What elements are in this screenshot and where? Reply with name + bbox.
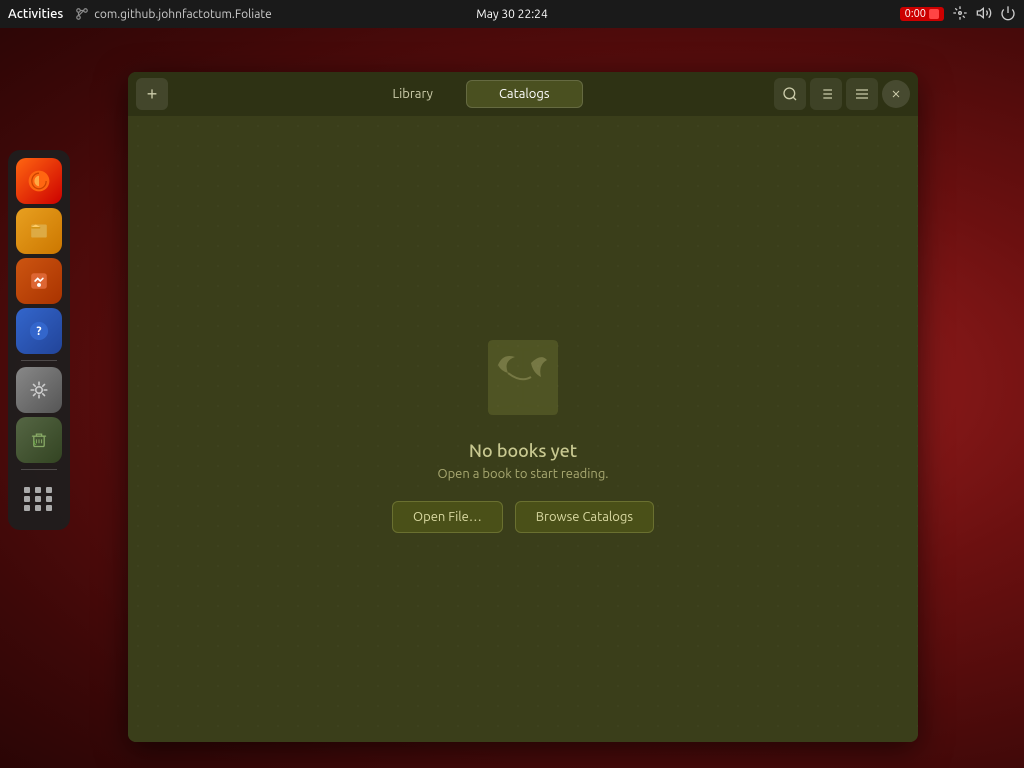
- dock: ?: [8, 150, 70, 530]
- trash-icon: [26, 427, 52, 453]
- software-icon: [26, 268, 52, 294]
- header-actions: [774, 78, 910, 110]
- network-icon[interactable]: [952, 5, 968, 24]
- branch-icon: [75, 7, 89, 21]
- search-icon: [782, 86, 798, 102]
- activities-button[interactable]: Activities: [8, 7, 63, 21]
- list-view-icon: [818, 86, 834, 102]
- app-grid-icon: [24, 487, 54, 511]
- browse-catalogs-button[interactable]: Browse Catalogs: [515, 501, 654, 533]
- dock-item-grid[interactable]: [16, 476, 62, 522]
- firefox-icon: [26, 168, 52, 194]
- empty-subtitle: Open a book to start reading.: [437, 467, 608, 481]
- app-name-label: com.github.johnfactotum.Foliate: [75, 7, 271, 21]
- dock-item-settings[interactable]: [16, 367, 62, 413]
- action-buttons: Open File… Browse Catalogs: [392, 501, 654, 533]
- list-view-button[interactable]: [810, 78, 842, 110]
- hamburger-icon: [854, 86, 870, 102]
- close-button[interactable]: [882, 80, 910, 108]
- dock-item-firefox[interactable]: [16, 158, 62, 204]
- window-header: + Library Catalogs: [128, 72, 918, 116]
- dock-item-help[interactable]: ?: [16, 308, 62, 354]
- dock-item-trash[interactable]: [16, 417, 62, 463]
- help-icon: ?: [26, 318, 52, 344]
- close-icon: [890, 88, 902, 100]
- dock-divider-2: [21, 469, 57, 470]
- dock-item-files[interactable]: [16, 208, 62, 254]
- search-button[interactable]: [774, 78, 806, 110]
- settings-icon: [26, 377, 52, 403]
- main-window: + Library Catalogs: [128, 72, 918, 742]
- tab-catalogs[interactable]: Catalogs: [466, 80, 583, 108]
- top-bar: Activities com.github.johnfactotum.Folia…: [0, 0, 1024, 28]
- top-bar-datetime: May 30 22:24: [476, 8, 547, 21]
- window-content: No books yet Open a book to start readin…: [128, 116, 918, 742]
- empty-state-icon: [473, 325, 573, 425]
- top-bar-right: 0:00: [900, 5, 1016, 24]
- top-bar-left: Activities com.github.johnfactotum.Folia…: [8, 7, 272, 21]
- open-file-button[interactable]: Open File…: [392, 501, 503, 533]
- sound-icon[interactable]: [976, 5, 992, 24]
- recording-badge[interactable]: 0:00: [900, 7, 944, 21]
- files-icon: [26, 218, 52, 244]
- header-tabs: Library Catalogs: [172, 80, 770, 108]
- svg-text:?: ?: [36, 325, 41, 338]
- power-icon[interactable]: [1000, 5, 1016, 24]
- empty-title: No books yet: [469, 441, 577, 461]
- dock-divider: [21, 360, 57, 361]
- menu-button[interactable]: [846, 78, 878, 110]
- add-book-button[interactable]: +: [136, 78, 168, 110]
- record-icon: [929, 9, 939, 19]
- dock-item-software[interactable]: [16, 258, 62, 304]
- tab-library[interactable]: Library: [359, 80, 465, 108]
